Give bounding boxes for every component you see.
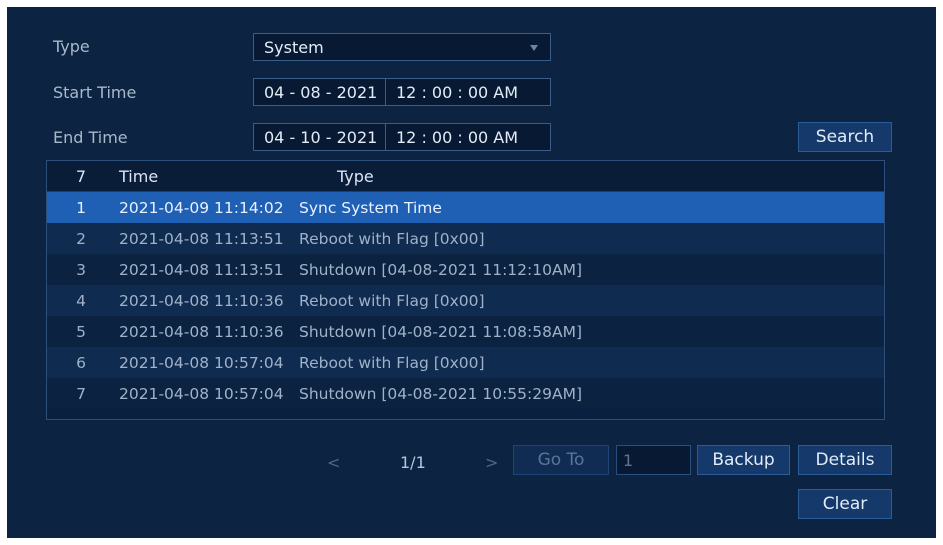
end-clock-input[interactable]: 12 : 00 : 00 AM bbox=[385, 124, 550, 150]
type-label: Type bbox=[53, 37, 90, 56]
page-indicator: 1/1 bbox=[400, 453, 426, 472]
start-date-input[interactable]: 04 - 08 - 2021 bbox=[254, 79, 385, 105]
row-time: 2021-04-08 11:13:51 bbox=[119, 260, 284, 279]
row-type: Reboot with Flag [0x00] bbox=[299, 229, 485, 248]
row-type: Reboot with Flag [0x00] bbox=[299, 353, 485, 372]
row-index: 2 bbox=[76, 229, 86, 248]
table-row[interactable]: 6 2021-04-08 10:57:04 Reboot with Flag [… bbox=[47, 347, 884, 378]
row-index: 5 bbox=[76, 322, 86, 341]
start-time-label: Start Time bbox=[53, 83, 137, 102]
row-type: Shutdown [04-08-2021 10:55:29AM] bbox=[299, 384, 583, 403]
start-clock-input[interactable]: 12 : 00 : 00 AM bbox=[385, 79, 550, 105]
table-row[interactable]: 5 2021-04-08 11:10:36 Shutdown [04-08-20… bbox=[47, 316, 884, 347]
row-time: 2021-04-09 11:14:02 bbox=[119, 198, 284, 217]
row-index: 6 bbox=[76, 353, 86, 372]
table-row[interactable]: 4 2021-04-08 11:10:36 Reboot with Flag [… bbox=[47, 285, 884, 316]
backup-button[interactable]: Backup bbox=[697, 445, 790, 475]
next-page-icon[interactable]: > bbox=[485, 453, 498, 472]
row-time: 2021-04-08 11:13:51 bbox=[119, 229, 284, 248]
row-type: Shutdown [04-08-2021 11:08:58AM] bbox=[299, 322, 583, 341]
goto-page-value: 1 bbox=[623, 450, 634, 470]
search-button[interactable]: Search bbox=[798, 122, 892, 152]
end-time-label: End Time bbox=[53, 128, 128, 147]
chevron-down-icon bbox=[530, 45, 538, 51]
goto-page-input[interactable]: 1 bbox=[616, 445, 691, 475]
table-header: 7 Time Type bbox=[47, 161, 884, 192]
prev-page-icon[interactable]: < bbox=[327, 453, 340, 472]
type-dropdown[interactable]: System bbox=[253, 33, 551, 61]
row-time: 2021-04-08 10:57:04 bbox=[119, 353, 284, 372]
header-type: Type bbox=[337, 166, 374, 186]
end-date-input[interactable]: 04 - 10 - 2021 bbox=[254, 124, 385, 150]
end-time-field: 04 - 10 - 2021 12 : 00 : 00 AM bbox=[253, 123, 551, 151]
goto-button[interactable]: Go To bbox=[513, 445, 609, 475]
header-time: Time bbox=[119, 166, 159, 186]
details-button[interactable]: Details bbox=[798, 445, 892, 475]
table-row[interactable]: 1 2021-04-09 11:14:02 Sync System Time bbox=[47, 192, 884, 223]
header-count: 7 bbox=[75, 166, 87, 186]
row-index: 4 bbox=[76, 291, 86, 310]
start-time-field: 04 - 08 - 2021 12 : 00 : 00 AM bbox=[253, 78, 551, 106]
table-row[interactable]: 7 2021-04-08 10:57:04 Shutdown [04-08-20… bbox=[47, 378, 884, 409]
row-time: 2021-04-08 11:10:36 bbox=[119, 322, 284, 341]
row-index: 7 bbox=[76, 384, 86, 403]
row-index: 3 bbox=[76, 260, 86, 279]
row-type: Sync System Time bbox=[299, 198, 442, 217]
row-type: Reboot with Flag [0x00] bbox=[299, 291, 485, 310]
clear-button[interactable]: Clear bbox=[798, 489, 892, 519]
row-time: 2021-04-08 11:10:36 bbox=[119, 291, 284, 310]
row-time: 2021-04-08 10:57:04 bbox=[119, 384, 284, 403]
log-table: 7 Time Type 1 2021-04-09 11:14:02 Sync S… bbox=[46, 160, 885, 420]
type-dropdown-value: System bbox=[264, 37, 324, 57]
table-row[interactable]: 2 2021-04-08 11:13:51 Reboot with Flag [… bbox=[47, 223, 884, 254]
row-type: Shutdown [04-08-2021 11:12:10AM] bbox=[299, 260, 583, 279]
row-index: 1 bbox=[76, 198, 86, 217]
table-row[interactable]: 3 2021-04-08 11:13:51 Shutdown [04-08-20… bbox=[47, 254, 884, 285]
